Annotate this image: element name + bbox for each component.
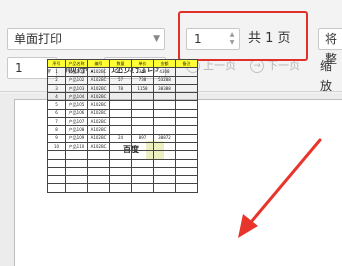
arrow-shaft bbox=[244, 138, 322, 230]
red-arrow-annotation bbox=[238, 138, 322, 238]
